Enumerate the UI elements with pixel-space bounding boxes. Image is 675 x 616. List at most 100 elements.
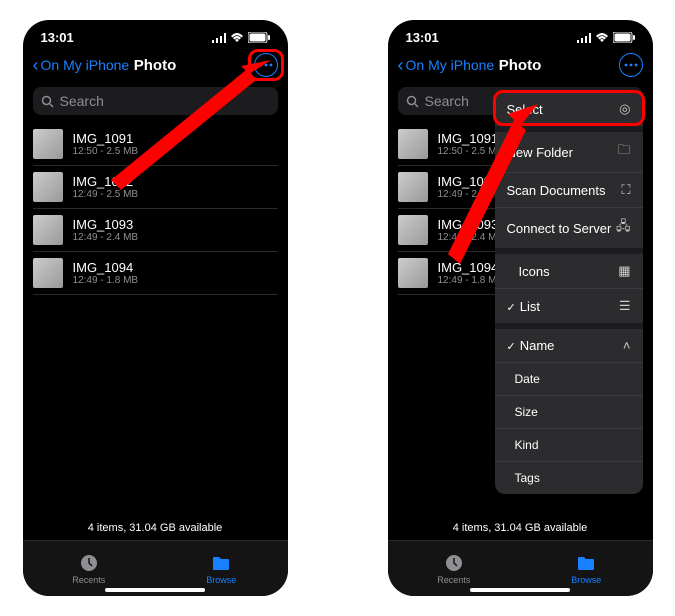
- file-name: IMG_1092: [438, 174, 504, 189]
- file-meta: 12:49 - 2.5 MB: [73, 189, 139, 200]
- menu-label: Kind: [515, 438, 539, 452]
- clock-icon: [444, 553, 464, 573]
- clock-icon: [79, 553, 99, 573]
- nav-header: ‹ On My iPhone Photo: [23, 47, 288, 83]
- menu-sort-kind[interactable]: Kind: [495, 429, 643, 462]
- search-placeholder: Search: [425, 93, 469, 109]
- menu-view-icons[interactable]: Icons ▦: [495, 254, 643, 289]
- file-meta: 12:49 - 1.8 MB: [73, 275, 139, 286]
- menu-label: Scan Documents: [507, 183, 606, 198]
- battery-icon: [613, 32, 635, 43]
- chevron-up-icon: ˄: [623, 338, 631, 353]
- tab-label: Recents: [72, 575, 105, 585]
- new-folder-icon: 🗀: [617, 141, 630, 163]
- status-bar: 13:01: [388, 20, 653, 47]
- file-meta: 12:49 - 2.4 MB: [438, 232, 504, 243]
- wifi-icon: [595, 33, 609, 43]
- file-row[interactable]: IMG_109112:50 - 2.5 MB: [33, 123, 278, 166]
- wifi-icon: [230, 33, 244, 43]
- menu-label: Select: [507, 102, 543, 117]
- folder-icon: [576, 553, 596, 573]
- signal-icon: [212, 33, 226, 43]
- menu-label: Icons: [507, 264, 550, 279]
- grid-icon: ▦: [618, 263, 630, 279]
- menu-label: Tags: [515, 471, 540, 485]
- thumbnail: [33, 172, 63, 202]
- file-meta: 12:50 - 2.5 MB: [438, 146, 504, 157]
- file-meta: 12:49 - 2.4 MB: [73, 232, 139, 243]
- file-row[interactable]: IMG_109212:49 - 2.5 MB: [33, 166, 278, 209]
- thumbnail: [398, 215, 428, 245]
- file-name: IMG_1091: [438, 131, 504, 146]
- back-label: On My iPhone: [41, 57, 130, 73]
- menu-view-list[interactable]: ✓ List ☰: [495, 289, 643, 329]
- menu-sort-name[interactable]: ✓ Name ˄: [495, 329, 643, 363]
- menu-label: Name: [520, 338, 555, 353]
- file-name: IMG_1094: [438, 260, 504, 275]
- back-button[interactable]: ‹ On My iPhone: [33, 55, 130, 76]
- more-button[interactable]: [254, 53, 278, 77]
- menu-select[interactable]: Select ◎: [495, 92, 643, 132]
- footer-status: 4 items, 31.04 GB available: [388, 522, 653, 534]
- menu-label: List: [520, 299, 540, 314]
- context-menu: Select ◎ New Folder 🗀 Scan Documents ⛶ Conn…: [495, 92, 643, 494]
- menu-label: New Folder: [507, 145, 573, 160]
- file-meta: 12:49 - 2.5 MB: [438, 189, 504, 200]
- phone-screenshot-2: 13:01 ‹ On My iPhone Photo Search IMG_10…: [388, 20, 653, 596]
- select-icon: ◎: [619, 101, 630, 117]
- page-title: Photo: [499, 57, 542, 74]
- thumbnail: [33, 129, 63, 159]
- back-label: On My iPhone: [406, 57, 495, 73]
- home-indicator[interactable]: [470, 588, 570, 592]
- chevron-left-icon: ‹: [33, 55, 39, 76]
- search-icon: [41, 95, 54, 108]
- thumbnail: [398, 172, 428, 202]
- scan-icon: ⛶: [621, 182, 630, 198]
- file-row[interactable]: IMG_109412:49 - 1.8 MB: [33, 252, 278, 295]
- file-name: IMG_1093: [73, 217, 139, 232]
- menu-scan-documents[interactable]: Scan Documents ⛶: [495, 173, 643, 208]
- chevron-left-icon: ‹: [398, 55, 404, 76]
- file-name: IMG_1094: [73, 260, 139, 275]
- file-meta: 12:49 - 1.8 MB: [438, 275, 504, 286]
- thumbnail: [398, 258, 428, 288]
- list-icon: ☰: [619, 298, 631, 314]
- menu-sort-size[interactable]: Size: [495, 396, 643, 429]
- search-icon: [406, 95, 419, 108]
- menu-connect-server[interactable]: Connect to Server 🖧: [495, 208, 643, 254]
- file-list: IMG_109112:50 - 2.5 MB IMG_109212:49 - 2…: [23, 123, 288, 295]
- file-name: IMG_1092: [73, 174, 139, 189]
- phone-screenshot-1: 13:01 ‹ On My iPhone Photo Search IMG_10…: [23, 20, 288, 596]
- search-input[interactable]: Search: [33, 87, 278, 115]
- status-indicators: [212, 32, 270, 43]
- thumbnail: [33, 215, 63, 245]
- signal-icon: [577, 33, 591, 43]
- checkmark-icon: ✓: [507, 302, 516, 314]
- search-placeholder: Search: [60, 93, 104, 109]
- menu-label: Connect to Server: [507, 221, 612, 236]
- folder-icon: [211, 553, 231, 573]
- more-button[interactable]: [619, 53, 643, 77]
- tab-label: Recents: [437, 575, 470, 585]
- file-row[interactable]: IMG_109312:49 - 2.4 MB: [33, 209, 278, 252]
- checkmark-icon: ✓: [507, 341, 516, 353]
- server-icon: 🖧: [616, 217, 631, 239]
- menu-sort-date[interactable]: Date: [495, 363, 643, 396]
- file-name: IMG_1093: [438, 217, 504, 232]
- home-indicator[interactable]: [105, 588, 205, 592]
- battery-icon: [248, 32, 270, 43]
- thumbnail: [398, 129, 428, 159]
- thumbnail: [33, 258, 63, 288]
- menu-label: Size: [515, 405, 538, 419]
- menu-label: Date: [515, 372, 540, 386]
- file-meta: 12:50 - 2.5 MB: [73, 146, 139, 157]
- tab-label: Browse: [571, 575, 601, 585]
- back-button[interactable]: ‹ On My iPhone: [398, 55, 495, 76]
- time: 13:01: [406, 30, 439, 45]
- status-bar: 13:01: [23, 20, 288, 47]
- menu-sort-tags[interactable]: Tags: [495, 462, 643, 494]
- time: 13:01: [41, 30, 74, 45]
- nav-header: ‹ On My iPhone Photo: [388, 47, 653, 83]
- footer-status: 4 items, 31.04 GB available: [23, 522, 288, 534]
- menu-new-folder[interactable]: New Folder 🗀: [495, 132, 643, 173]
